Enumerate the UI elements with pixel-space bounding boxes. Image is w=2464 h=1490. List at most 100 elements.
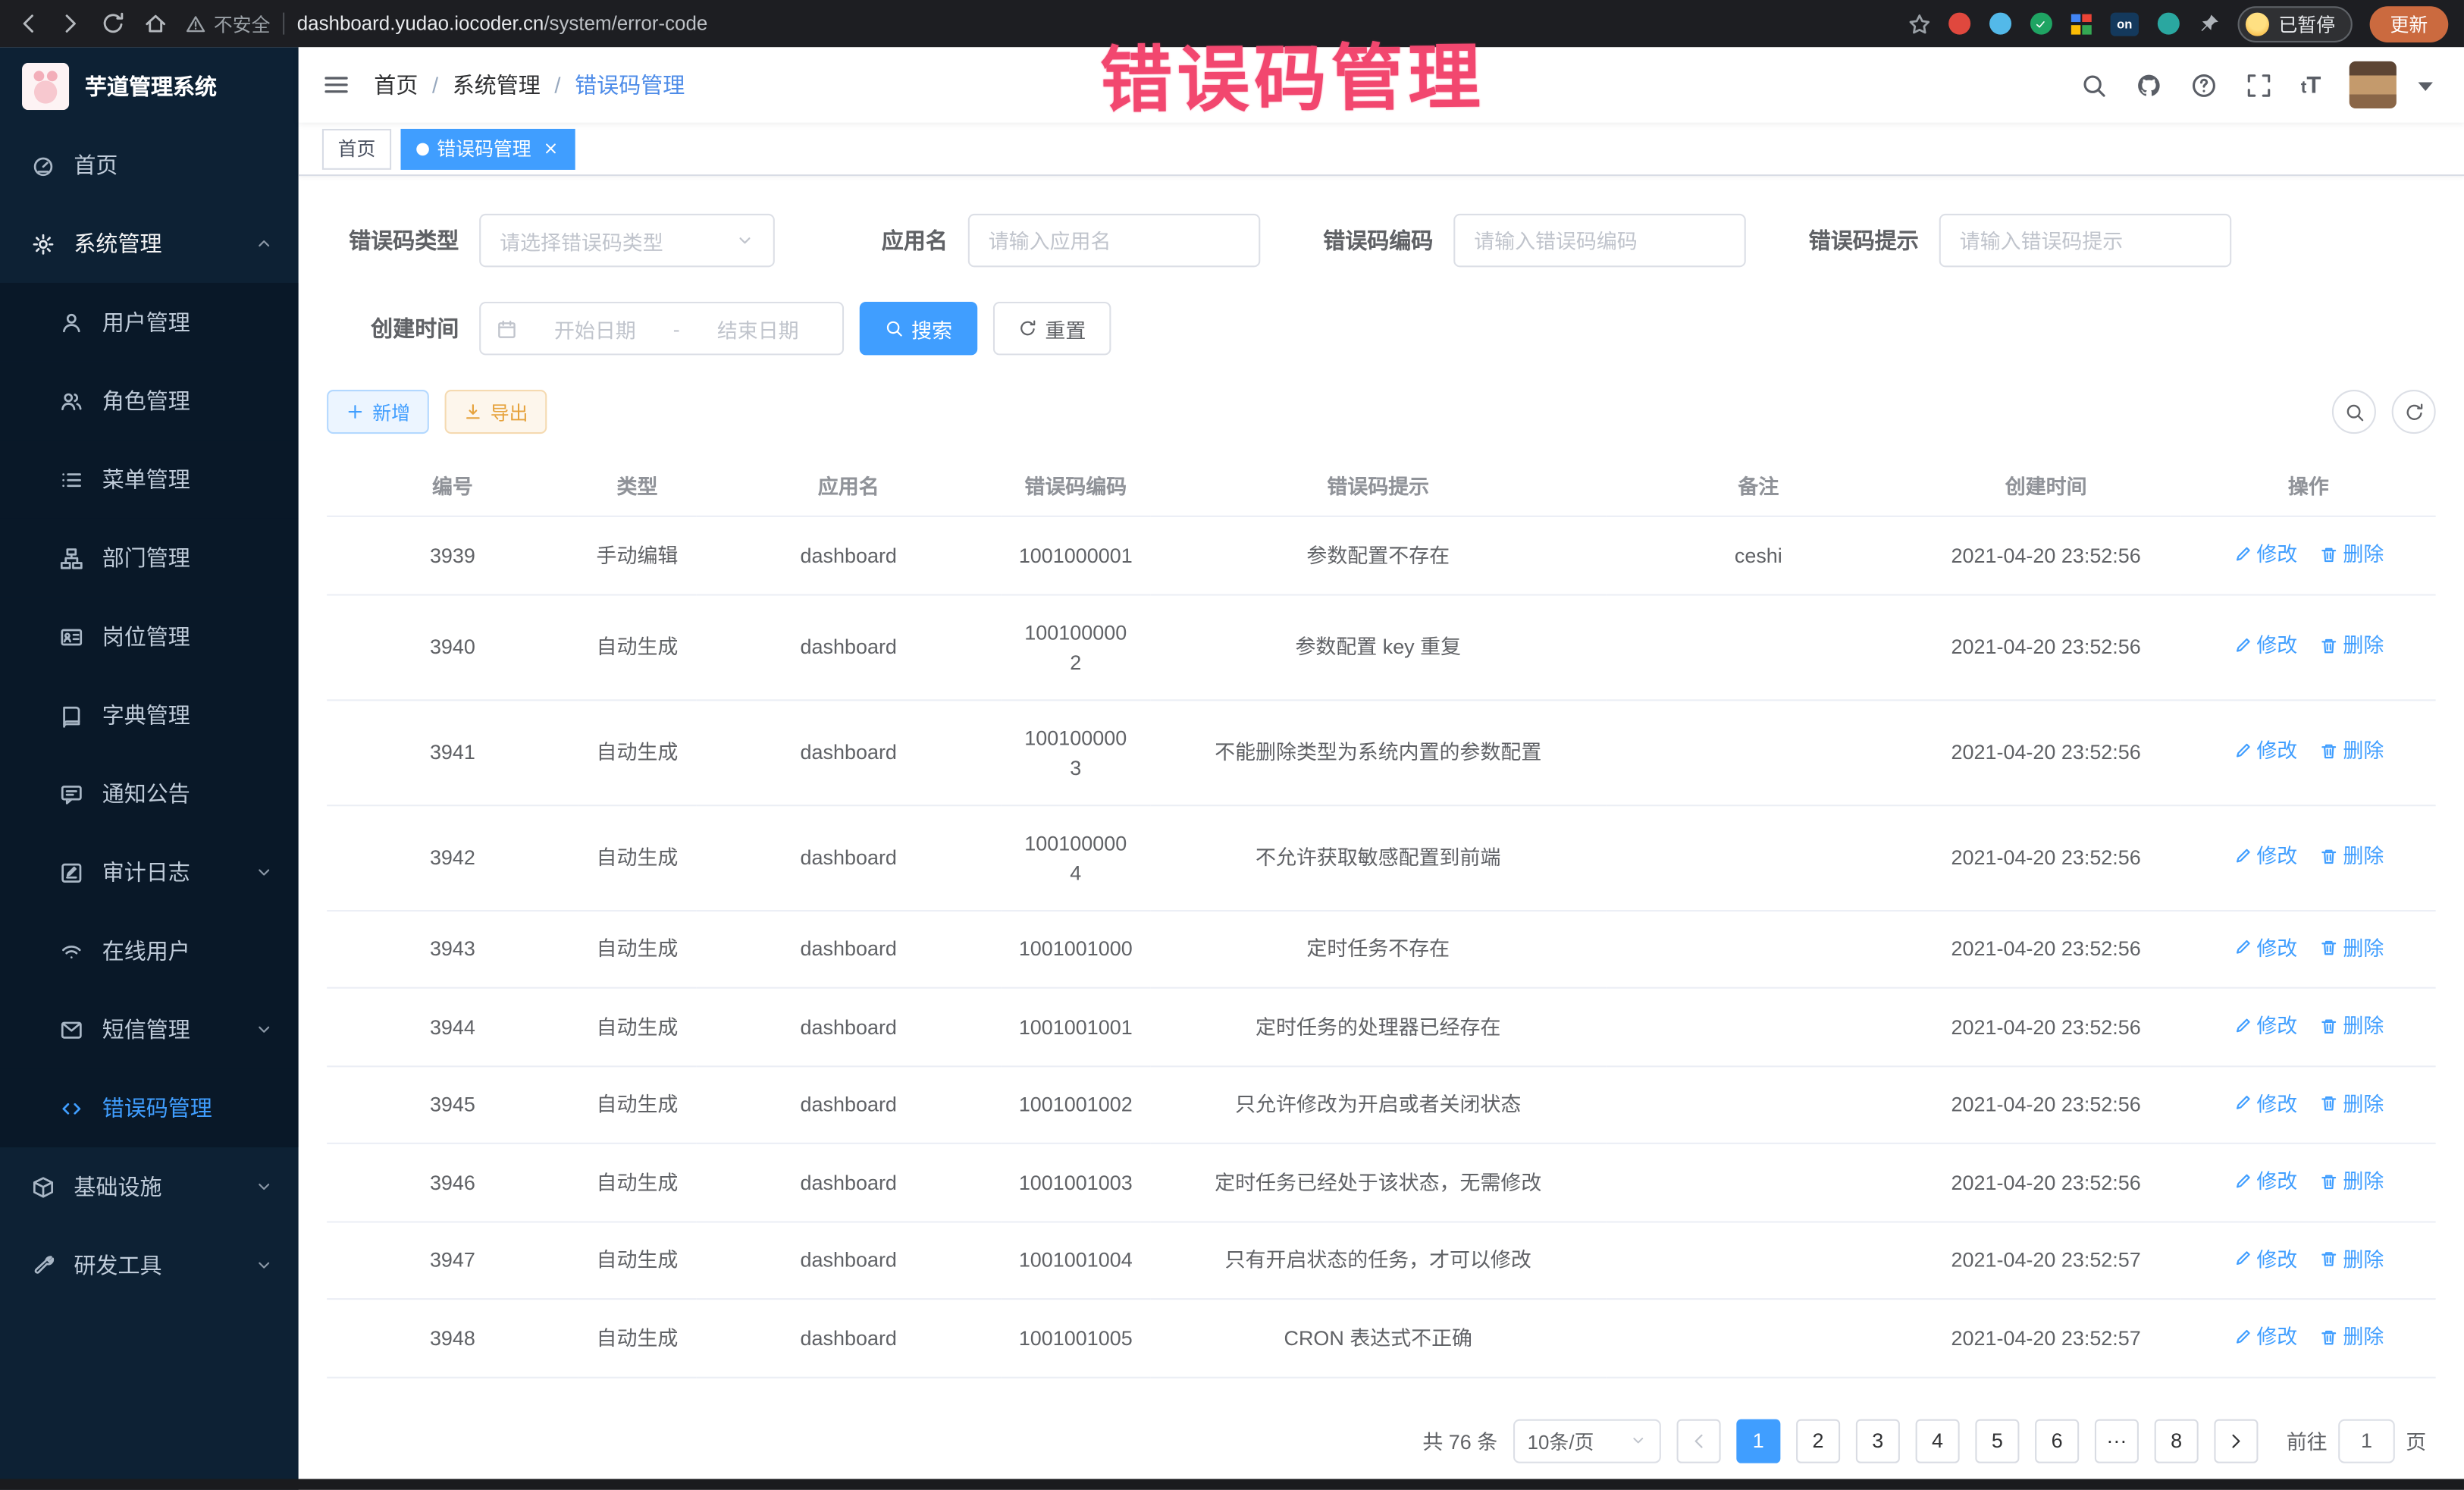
sidebar-item-dept-management[interactable]: 部门管理 <box>0 519 299 598</box>
pager-page-8[interactable]: 8 <box>2155 1419 2199 1463</box>
sidebar-item-label: 研发工具 <box>74 1250 161 1281</box>
pager-ellipsis[interactable]: ··· <box>2095 1419 2139 1463</box>
edit-link[interactable]: 修改 <box>2233 539 2297 569</box>
browser-home-icon[interactable] <box>143 11 168 36</box>
search-button[interactable]: 搜索 <box>860 302 977 355</box>
pager-page-5[interactable]: 5 <box>1975 1419 2019 1463</box>
pager-page-1[interactable]: 1 <box>1736 1419 1780 1463</box>
tab-home[interactable]: 首页 <box>322 128 391 169</box>
error-type-select[interactable]: 请选择错误码类型 <box>479 214 775 267</box>
delete-link[interactable]: 删除 <box>2319 736 2384 766</box>
help-icon[interactable] <box>2191 71 2218 98</box>
fullscreen-icon[interactable] <box>2246 71 2272 98</box>
pager-page-2[interactable]: 2 <box>1796 1419 1840 1463</box>
address-bar[interactable]: 不安全 dashboard.yudao.iocoder.cn/system/er… <box>186 10 1932 36</box>
warning-icon <box>186 14 206 34</box>
avatar[interactable] <box>2350 61 2397 108</box>
delete-link[interactable]: 删除 <box>2319 933 2384 962</box>
page-size-select[interactable]: 10条/页 <box>1513 1419 1661 1463</box>
security-status[interactable]: 不安全 <box>186 10 271 36</box>
edit-link[interactable]: 修改 <box>2233 736 2297 766</box>
edit-link[interactable]: 修改 <box>2233 631 2297 660</box>
search-icon[interactable] <box>2081 71 2108 98</box>
close-icon[interactable] <box>542 140 560 157</box>
chevron-down-icon <box>255 1177 274 1196</box>
paused-badge[interactable]: 已暂停 <box>2237 5 2352 42</box>
update-button[interactable]: 更新 <box>2370 5 2449 42</box>
delete-link[interactable]: 删除 <box>2319 631 2384 660</box>
tab-error-code[interactable]: 错误码管理 <box>401 128 575 169</box>
sidebar-item-error-code-management[interactable]: 错误码管理 <box>0 1068 299 1147</box>
date-range-picker[interactable]: 开始日期 - 结束日期 <box>479 302 844 355</box>
edit-link[interactable]: 修改 <box>2233 1322 2297 1351</box>
edit-link[interactable]: 修改 <box>2233 1011 2297 1040</box>
add-button[interactable]: 新增 <box>327 390 429 434</box>
pager-page-4[interactable]: 4 <box>1916 1419 1960 1463</box>
pager-prev-button[interactable] <box>1677 1419 1721 1463</box>
delete-link[interactable]: 删除 <box>2319 1166 2384 1196</box>
sidebar-item-notice[interactable]: 通知公告 <box>0 754 299 833</box>
edit-link[interactable]: 修改 <box>2233 841 2297 870</box>
extension-pin-icon[interactable] <box>2199 13 2221 35</box>
delete-link[interactable]: 删除 <box>2319 1322 2384 1351</box>
cell-type: 自动生成 <box>578 988 696 1066</box>
sidebar-item-home[interactable]: 首页 <box>0 126 299 205</box>
delete-link[interactable]: 删除 <box>2319 1088 2384 1118</box>
bookmark-star-icon[interactable] <box>1908 12 1931 36</box>
extension-on-badge[interactable]: on <box>2111 12 2139 36</box>
goto-page-input[interactable] <box>2338 1419 2395 1463</box>
export-button[interactable]: 导出 <box>445 390 547 434</box>
delete-link[interactable]: 删除 <box>2319 841 2384 870</box>
sidebar-item-system-management[interactable]: 系统管理 <box>0 204 299 283</box>
pager-page-3[interactable]: 3 <box>1856 1419 1900 1463</box>
app-name-input[interactable] <box>968 214 1261 267</box>
sidebar-item-label: 短信管理 <box>102 1014 190 1045</box>
edit-icon <box>2233 938 2252 957</box>
extension-drop-icon[interactable] <box>1989 13 2011 35</box>
error-code-input[interactable] <box>1453 214 1746 267</box>
pager-page-6[interactable]: 6 <box>2035 1419 2079 1463</box>
sidebar-item-online-user[interactable]: 在线用户 <box>0 911 299 990</box>
delete-link[interactable]: 删除 <box>2319 1011 2384 1040</box>
cell-remark: ceshi <box>1606 516 1911 594</box>
sidebar-item-infrastructure[interactable]: 基础设施 <box>0 1147 299 1226</box>
extension-teal-icon[interactable] <box>2158 13 2180 35</box>
edit-link[interactable]: 修改 <box>2233 1166 2297 1196</box>
delete-link[interactable]: 删除 <box>2319 1244 2384 1274</box>
breadcrumb-home[interactable]: 首页 <box>374 69 418 100</box>
sidebar-item-sms-management[interactable]: 短信管理 <box>0 990 299 1069</box>
browser-reload-icon[interactable] <box>101 11 126 36</box>
toggle-search-button[interactable] <box>2332 390 2376 434</box>
edit-link[interactable]: 修改 <box>2233 1244 2297 1274</box>
github-icon[interactable] <box>2136 71 2162 98</box>
sidebar-item-role-management[interactable]: 角色管理 <box>0 362 299 441</box>
infra-icon <box>31 1175 55 1198</box>
extension-red-icon[interactable] <box>1948 13 1970 35</box>
hamburger-icon[interactable] <box>299 47 374 122</box>
breadcrumb-system[interactable]: 系统管理 <box>453 69 541 100</box>
sidebar-item-menu-management[interactable]: 菜单管理 <box>0 440 299 519</box>
font-size-icon[interactable]: tT <box>2301 71 2321 98</box>
date-start-placeholder[interactable]: 开始日期 <box>526 314 663 343</box>
sidebar-item-dev-tools[interactable]: 研发工具 <box>0 1226 299 1305</box>
browser-forward-icon[interactable] <box>58 11 83 36</box>
cell-type: 手动编辑 <box>578 516 696 594</box>
sidebar-item-post-management[interactable]: 岗位管理 <box>0 598 299 676</box>
sidebar-item-audit-log[interactable]: 审计日志 <box>0 833 299 912</box>
pager-next-button[interactable] <box>2214 1419 2258 1463</box>
date-end-placeholder[interactable]: 结束日期 <box>689 314 826 343</box>
extension-grid-icon[interactable] <box>2071 14 2092 34</box>
avatar-caret-icon[interactable] <box>2412 71 2439 98</box>
error-hint-input[interactable] <box>1939 214 2232 267</box>
sidebar-item-dict-management[interactable]: 字典管理 <box>0 676 299 754</box>
calendar-icon <box>497 318 517 339</box>
sidebar-item-label: 字典管理 <box>102 699 190 730</box>
reset-button[interactable]: 重置 <box>993 302 1111 355</box>
delete-link[interactable]: 删除 <box>2319 539 2384 569</box>
extension-check-icon[interactable] <box>2030 13 2052 35</box>
edit-link[interactable]: 修改 <box>2233 1088 2297 1118</box>
refresh-table-button[interactable] <box>2392 390 2436 434</box>
sidebar-item-user-management[interactable]: 用户管理 <box>0 283 299 362</box>
edit-link[interactable]: 修改 <box>2233 933 2297 962</box>
browser-back-icon[interactable] <box>16 11 41 36</box>
